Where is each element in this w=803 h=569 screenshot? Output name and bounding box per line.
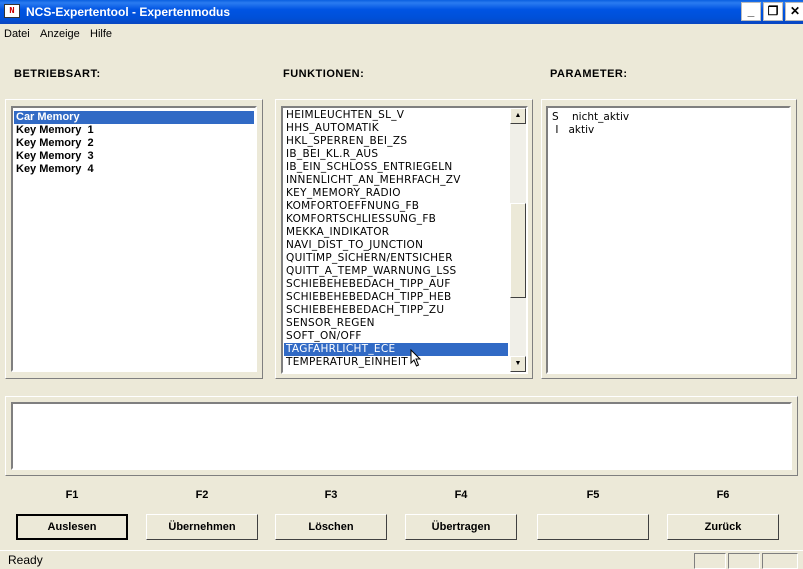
funktionen-scrollbar[interactable]: ▲ ▼ [510, 108, 526, 372]
parameter-label: PARAMETER: [550, 68, 628, 80]
status-text: Ready [8, 553, 43, 567]
funktionen-list-item[interactable]: INNENLICHT_AN_MEHRFACH_ZV [284, 174, 508, 187]
fkey-label-f5: F5 [586, 489, 600, 501]
status-cell-3 [762, 553, 798, 569]
uebertragen-button[interactable]: Übertragen [405, 514, 517, 540]
parameter-list-item[interactable]: I aktiv [550, 124, 788, 137]
fkey-label-f6: F6 [716, 489, 730, 501]
betriebsart-list-item[interactable]: Key Memory 4 [14, 163, 254, 176]
status-cell-2 [728, 553, 760, 569]
mouse-cursor-icon [410, 349, 422, 367]
funktionen-list-item[interactable]: SOFT_ON/OFF [284, 330, 508, 343]
funktionen-list-item[interactable]: HEIMLEUCHTEN_SL_V [284, 109, 508, 122]
message-textbox[interactable] [11, 402, 792, 470]
funktionen-list-item[interactable]: HHS_AUTOMATIK [284, 122, 508, 135]
funktionen-list-item[interactable]: NAVI_DIST_TO_JUNCTION [284, 239, 508, 252]
auslesen-button[interactable]: Auslesen [16, 514, 128, 540]
window-title: NCS-Expertentool - Expertenmodus [26, 5, 231, 19]
funktionen-list-item[interactable]: TAGFAHRLICHT_ECE [284, 343, 508, 356]
status-cell-1 [694, 553, 726, 569]
funktionen-list-item[interactable]: QUITT_A_TEMP_WARNUNG_LSS [284, 265, 508, 278]
parameter-list-item[interactable]: S nicht_aktiv [550, 111, 788, 124]
funktionen-list-item[interactable]: IB_BEI_KL.R_AUS [284, 148, 508, 161]
funktionen-list-item[interactable]: SCHIEBEHEBEDACH_TIPP_ZU [284, 304, 508, 317]
scroll-up-arrow-icon[interactable]: ▲ [510, 108, 526, 124]
fkey-label-f1: F1 [65, 489, 79, 501]
funktionen-list-item[interactable]: IB_EIN_SCHLOSS_ENTRIEGELN [284, 161, 508, 174]
betriebsart-list[interactable]: Car Memory Key Memory 1 Key Memory 2 Key Me… [11, 106, 257, 372]
funktionen-list-item[interactable]: MEKKA_INDIKATOR [284, 226, 508, 239]
menu-hilfe[interactable]: Hilfe [90, 28, 112, 40]
f5-button[interactable] [537, 514, 649, 540]
funktionen-list-item[interactable]: SCHIEBEHEBEDACH_TIPP_HEB [284, 291, 508, 304]
loeschen-button[interactable]: Löschen [275, 514, 387, 540]
betriebsart-list-item[interactable]: Key Memory 1 [14, 124, 254, 137]
funktionen-list-item[interactable]: HKL_SPERREN_BEI_ZS [284, 135, 508, 148]
funktionen-list-item[interactable]: KEY_MEMORY_RADIO [284, 187, 508, 200]
betriebsart-label: BETRIEBSART: [14, 68, 101, 80]
app-icon: N [4, 4, 20, 18]
status-bar: Ready [0, 550, 803, 569]
maximize-button[interactable]: ❐ [763, 2, 783, 21]
menu-bar: Datei Anzeige Hilfe [0, 25, 803, 43]
fkey-label-f3: F3 [324, 489, 338, 501]
fkey-label-f2: F2 [195, 489, 209, 501]
uebernehmen-button[interactable]: Übernehmen [146, 514, 258, 540]
parameter-list[interactable]: S nicht_aktiv I aktiv [546, 106, 791, 374]
betriebsart-list-item[interactable]: Key Memory 3 [14, 150, 254, 163]
betriebsart-list-item[interactable]: Key Memory 2 [14, 137, 254, 150]
title-bar[interactable]: N NCS-Expertentool - Expertenmodus _ ❐ ✕ [0, 0, 803, 24]
betriebsart-list-item[interactable]: Car Memory [14, 111, 254, 124]
menu-datei[interactable]: Datei [4, 28, 30, 40]
funktionen-list-item[interactable]: KOMFORTSCHLIESSUNG_FB [284, 213, 508, 226]
scroll-down-arrow-icon[interactable]: ▼ [510, 356, 526, 372]
funktionen-list[interactable]: HEIMLEUCHTEN_SL_V HHS_AUTOMATIK HKL_SPERRE… [281, 106, 528, 374]
zurueck-button[interactable]: Zurück [667, 514, 779, 540]
minimize-button[interactable]: _ [741, 2, 761, 21]
funktionen-list-item[interactable]: SCHIEBEHEBEDACH_TIPP_AUF [284, 278, 508, 291]
close-button[interactable]: ✕ [785, 2, 803, 21]
menu-anzeige[interactable]: Anzeige [40, 28, 80, 40]
fkey-label-f4: F4 [454, 489, 468, 501]
scroll-thumb[interactable] [510, 203, 526, 299]
funktionen-list-item[interactable]: KOMFORTOEFFNUNG_FB [284, 200, 508, 213]
funktionen-list-item[interactable]: TEMPERATUR_EINHEIT [284, 356, 508, 369]
funktionen-label: FUNKTIONEN: [283, 68, 365, 80]
funktionen-list-item[interactable]: QUITIMP_SICHERN/ENTSICHER [284, 252, 508, 265]
funktionen-list-item[interactable]: SENSOR_REGEN [284, 317, 508, 330]
